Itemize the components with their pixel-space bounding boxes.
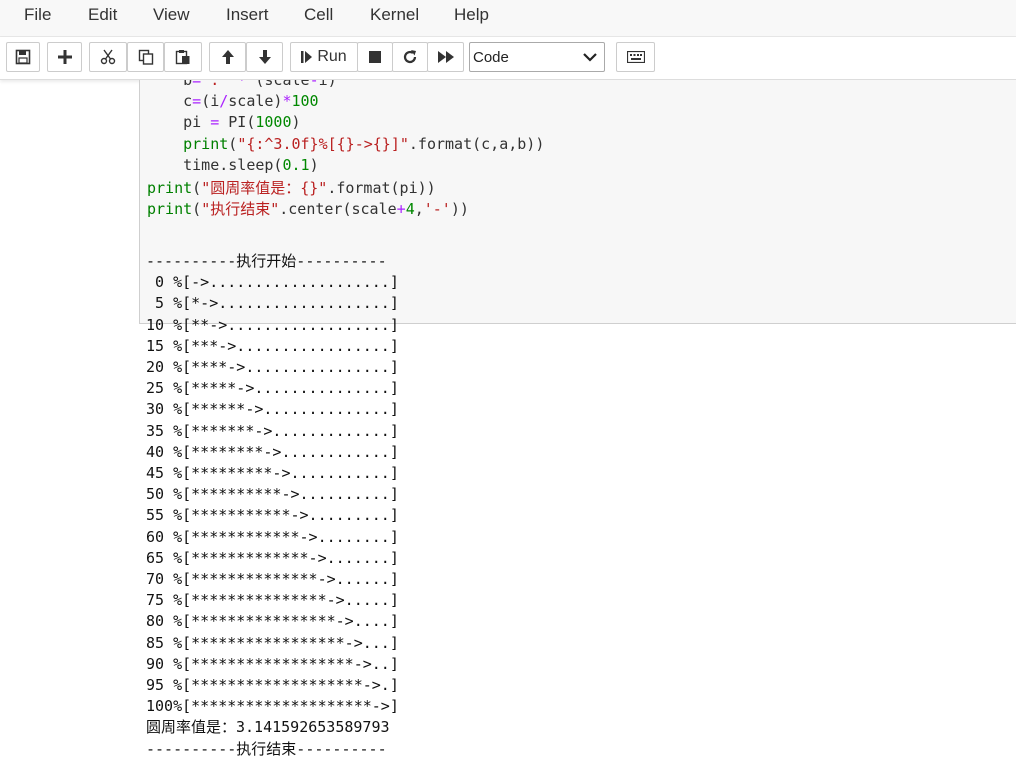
output-line: 40 %[********->............] [146,442,399,461]
restart-button[interactable] [392,42,428,72]
output-line: 60 %[************->........] [146,527,399,546]
menu-cell[interactable]: Cell [304,5,333,25]
output-line: 85 %[*****************->...] [146,633,399,652]
scissors-icon [100,49,116,65]
code-line: print("圆周率值是：{}".format(pi)) [147,179,436,197]
move-down-button[interactable] [246,42,283,72]
interrupt-button[interactable] [357,42,393,72]
output-line: 45 %[*********->...........] [146,464,399,482]
arrow-down-icon [258,50,271,64]
chevron-down-icon [583,53,597,62]
output-line: 75 %[***************->.....] [146,591,399,610]
insert-cell-button[interactable] [47,42,82,72]
menu-file[interactable]: File [24,5,51,25]
output-line: 50 %[**********->..........] [146,485,399,504]
paste-button[interactable] [164,42,202,72]
cell-type-value: Code [473,48,509,66]
output-line: ----------执行结束---------- [146,739,387,758]
code-line: time.sleep(0.1) [183,156,319,174]
output-line: 95 %[*******************->.] [146,676,399,694]
fast-forward-icon [437,51,454,63]
run-all-button[interactable] [427,42,464,72]
arrow-up-icon [221,50,234,64]
restart-icon [403,50,417,64]
menu-bar: File Edit View Insert Cell Kernel Help [0,0,1016,37]
save-button[interactable] [6,42,40,72]
plus-icon [57,50,72,64]
output-line: 90 %[******************->..] [146,654,399,673]
run-button[interactable]: Run [290,42,358,72]
output-line: 100%[********************->] [146,697,399,716]
stop-icon [369,51,381,63]
output-line: 25 %[*****->...............] [146,379,399,398]
output-line: 20 %[****->................] [146,358,399,376]
step-forward-icon [301,51,313,63]
output-line: 0 %[->....................] [146,273,399,292]
keyboard-icon [626,51,645,63]
copy-icon [138,49,153,65]
output-line: ----------执行开始---------- [146,252,387,270]
code-line: print("执行结束".center(scale+4,'-')) [147,200,469,218]
output-line: 70 %[**************->......] [146,570,399,588]
code-line: c=(i/scale)*100 [183,92,319,110]
code-line: pi = PI(1000) [183,113,301,131]
save-icon [15,49,31,65]
cut-button[interactable] [89,42,127,72]
output-line: 55 %[***********->.........] [146,506,399,525]
output-line: 10 %[**->..................] [146,315,399,334]
menu-kernel[interactable]: Kernel [370,5,419,25]
code-line: print("{:^3.0f}%[{}->{}]".format(c,a,b)) [183,135,545,153]
output-line: 35 %[*******->.............] [146,421,399,440]
menu-edit[interactable]: Edit [88,5,117,25]
move-up-button[interactable] [209,42,246,72]
output-line: 5 %[*->...................] [146,294,399,313]
output-line: 80 %[****************->....] [146,612,399,631]
menu-view[interactable]: View [153,5,190,25]
code-line: b='.' * (scale-i) [183,80,337,89]
notebook-area: a='*' * i b='.' * (scale-i) c=(i/scale)*… [0,80,1016,770]
copy-button[interactable] [127,42,164,72]
output-line: 15 %[***->.................] [146,336,399,355]
run-label: Run [317,48,347,65]
cell-type-select[interactable]: Code [469,42,605,72]
output-line: 65 %[*************->.......] [146,548,399,567]
output-line: 30 %[******->..............] [146,400,399,419]
menu-insert[interactable]: Insert [226,5,269,25]
menu-help[interactable]: Help [454,5,489,25]
paste-icon [175,50,190,65]
command-palette-button[interactable] [616,42,655,72]
output-line: 圆周率值是：3.141592653589793 [146,718,390,737]
